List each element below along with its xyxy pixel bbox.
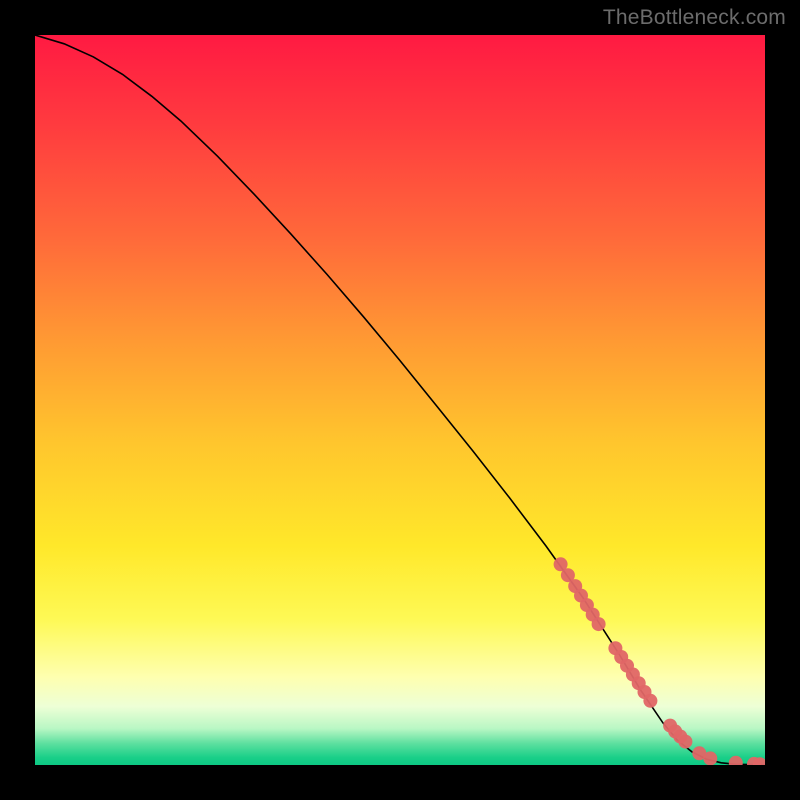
dots-group — [554, 557, 765, 765]
plot-area — [35, 35, 765, 765]
data-point — [678, 735, 692, 749]
data-point — [729, 756, 743, 765]
chart-svg — [35, 35, 765, 765]
chart-frame: TheBottleneck.com — [0, 0, 800, 800]
watermark-text: TheBottleneck.com — [603, 6, 786, 30]
data-point — [643, 694, 657, 708]
data-point — [703, 751, 717, 765]
curve-line — [35, 35, 765, 765]
data-point — [592, 617, 606, 631]
